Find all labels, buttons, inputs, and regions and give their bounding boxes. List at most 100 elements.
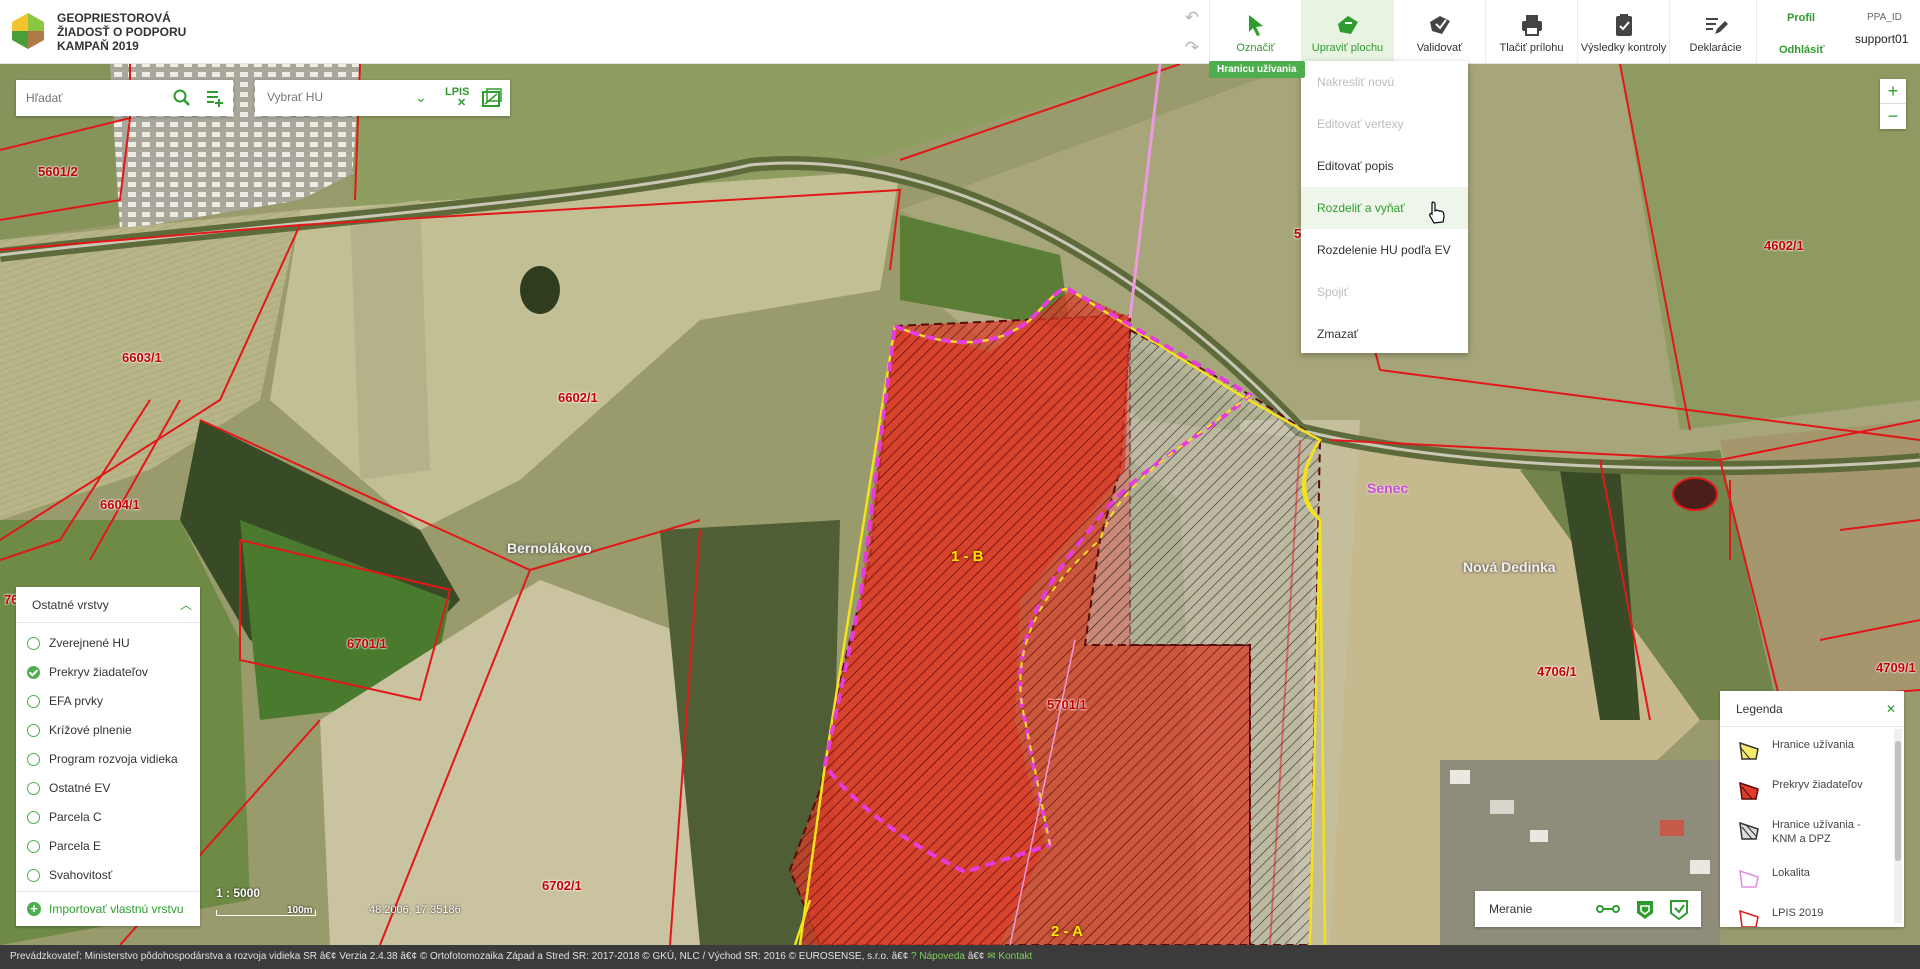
tool-label: Upraviť plochu [1311, 42, 1384, 54]
search-input[interactable] [26, 88, 166, 108]
legend-scroll-thumb[interactable] [1895, 741, 1901, 861]
layers-panel-header[interactable]: Ostatné vrstvy ︿ [16, 587, 200, 623]
add-to-list-icon[interactable] [205, 88, 225, 108]
layer-label: Zverejnené HU [49, 636, 130, 650]
logout-link[interactable]: Odhlásiť [1779, 44, 1825, 56]
layer-item[interactable]: Parcela C [16, 803, 200, 832]
zoom-out-button[interactable]: − [1880, 104, 1906, 129]
legend-item: Prekryv žiadateľov [1720, 771, 1904, 811]
menu-item-delete[interactable]: Zmazať [1301, 313, 1468, 355]
hu-label[interactable]: 1 - B [951, 548, 984, 565]
menu-item-merge[interactable]: Spojiť [1301, 271, 1468, 313]
legend-label: Hranice užívania [1772, 739, 1854, 751]
legend-label: LPIS 2019 [1772, 907, 1824, 919]
layer-item[interactable]: Program rozvoja vidieka [16, 745, 200, 774]
scale-ratio: 1 : 5000 [216, 886, 261, 900]
tool-label: Deklarácie [1689, 42, 1742, 54]
toolbar: Označiť Upraviť plochu Validovať Tlačiť … [1209, 0, 1761, 64]
undo-icon[interactable]: ↶ [1176, 2, 1208, 34]
layer-radio[interactable] [27, 840, 40, 853]
zoom-in-button[interactable]: + [1880, 79, 1906, 104]
layer-label: Program rozvoja vidieka [49, 752, 178, 766]
legend-label: Prekryv žiadateľov [1772, 779, 1863, 791]
parcel-label: 5601/2 [38, 164, 78, 179]
layer-item[interactable]: Prekryv žiadateľov [16, 658, 200, 687]
hand-cursor-icon [1429, 201, 1445, 224]
menu-item-edit-description[interactable]: Editovať popis [1301, 145, 1468, 187]
town-label: Nová Dedinka [1463, 559, 1556, 575]
footer-separator: â€¢ [964, 951, 988, 962]
search-icon[interactable] [173, 89, 191, 107]
footer: Prevádzkovateľ: Ministerstvo pôdohospodá… [0, 945, 1920, 969]
legend-title: Legenda [1736, 702, 1783, 716]
tool-label: Tlačiť prílohu [1499, 42, 1564, 54]
cursor-arrow-icon [1248, 15, 1263, 36]
app-title-line: KAMPAŇ 2019 [57, 39, 139, 53]
chevron-down-icon[interactable]: ⌄ [415, 89, 427, 106]
measure-distance-icon[interactable] [1596, 898, 1620, 920]
cursor-coordinates: 48.2006, 17.35186 [369, 904, 461, 916]
layer-radio[interactable] [27, 666, 40, 679]
parcel-label: 4709/1 [1876, 660, 1916, 675]
hu-select[interactable]: Vybrať HU [267, 90, 323, 104]
town-label: Bernolákovo [507, 540, 592, 556]
layer-radio[interactable] [27, 724, 40, 737]
layer-radio[interactable] [27, 637, 40, 650]
app-title: GEOPRIESTOROVÁ ŽIADOSŤ O PODPORU KAMPAŇ … [57, 11, 186, 53]
layer-radio[interactable] [27, 695, 40, 708]
parcel-label: 6602/1 [558, 390, 598, 405]
layer-item[interactable]: Krížové plnenie [16, 716, 200, 745]
redo-icon[interactable]: ↷ [1176, 32, 1208, 64]
footer-text: Prevádzkovateľ: Ministerstvo pôdohospodá… [10, 951, 912, 962]
tool-tooltip: Hranicu užívania [1209, 61, 1305, 78]
parcel-label: 6604/1 [100, 497, 140, 512]
results-tool-button[interactable]: Výsledky kontroly [1577, 0, 1669, 64]
layer-item[interactable]: Svahovitosť [16, 861, 200, 890]
layer-item[interactable]: EFA prvky [16, 687, 200, 716]
edit-area-icon [1337, 16, 1358, 34]
menu-item-split-by-ev[interactable]: Rozdelenie HU podľa EV [1301, 229, 1468, 271]
layer-item[interactable]: Parcela E [16, 832, 200, 861]
measure-area-icon[interactable] [1633, 898, 1657, 920]
menu-item-edit-vertices[interactable]: Editovať vertexy [1301, 103, 1468, 145]
layer-item[interactable]: Zverejnené HU [16, 629, 200, 658]
layers-stack-icon[interactable] [481, 88, 503, 108]
layer-radio[interactable] [27, 782, 40, 795]
validate-tool-button[interactable]: Validovať [1393, 0, 1485, 64]
close-x-icon[interactable]: ✕ [457, 96, 466, 109]
legend-label: Lokalita [1772, 867, 1810, 879]
profile-link[interactable]: Profil [1787, 12, 1815, 24]
declaration-pen-icon [1705, 18, 1728, 34]
select-tool-button[interactable]: Označiť [1209, 0, 1301, 64]
zoom-control: + − [1880, 79, 1906, 129]
tool-label: Označiť [1236, 42, 1275, 54]
contact-link[interactable]: Kontakt [998, 951, 1032, 962]
print-tool-button[interactable]: Tlačiť prílohu [1485, 0, 1577, 64]
collapse-chevron-icon[interactable]: ✕ [1886, 691, 1896, 727]
hu-label[interactable]: 2 - A [1051, 923, 1083, 940]
parcel-label: 6701/1 [347, 636, 387, 651]
import-layer-link[interactable]: + Importovať vlastnú vrstvu [16, 891, 200, 926]
legend-header[interactable]: Legenda ✕ [1720, 691, 1904, 727]
layer-label: Krížové plnenie [49, 723, 132, 737]
edit-area-tool-button[interactable]: Upraviť plochu [1301, 0, 1393, 64]
collapse-chevron-icon[interactable]: ︿ [180, 587, 192, 623]
map-canvas[interactable] [0, 64, 1920, 945]
usage-boundary-swatch [1739, 741, 1759, 760]
parcel-label: 4706/1 [1537, 664, 1577, 679]
layer-radio[interactable] [27, 869, 40, 882]
user-box: Profil Odhlásiť PPA_ID support01 [1756, 0, 1920, 64]
legend-scrollbar[interactable] [1894, 729, 1902, 923]
measure-clear-icon[interactable] [1667, 898, 1691, 920]
layer-radio[interactable] [27, 753, 40, 766]
hu-select-box: Vybrať HU ⌄ LPIS ✕ [255, 80, 510, 116]
layer-radio[interactable] [27, 811, 40, 824]
parcel-label: 4602/1 [1764, 238, 1804, 253]
declaration-tool-button[interactable]: Deklarácie [1669, 0, 1761, 64]
app-title-line: GEOPRIESTOROVÁ [57, 11, 171, 25]
mail-icon: ✉ [987, 951, 999, 962]
help-link[interactable]: ? Nápoveda [911, 951, 965, 962]
layer-item[interactable]: Ostatné EV [16, 774, 200, 803]
menu-item-draw-new[interactable]: Nakresliť novú [1301, 61, 1468, 103]
legend-item: Lokalita [1720, 859, 1904, 899]
